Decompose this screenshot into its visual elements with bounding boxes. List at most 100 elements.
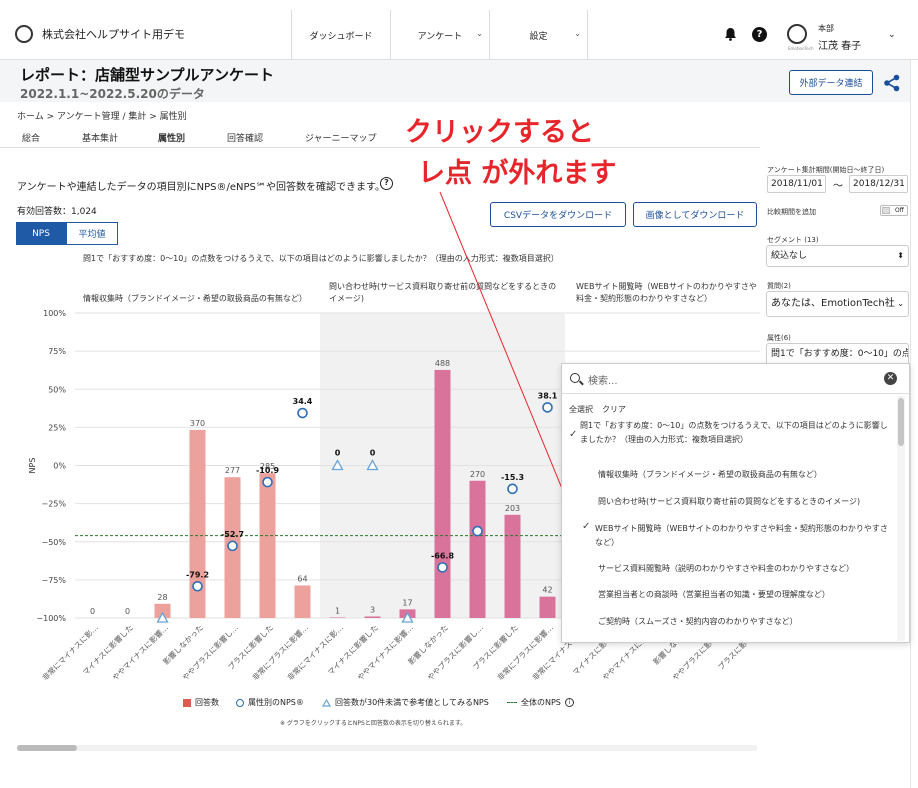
question-select[interactable]: あなたは、EmotionTech社 ⌄ bbox=[766, 291, 909, 317]
date-separator: 〜 bbox=[833, 181, 843, 192]
scroll-thumb[interactable] bbox=[17, 745, 77, 751]
response-count: 有効回答数：1,024 bbox=[17, 207, 97, 217]
nps-marker bbox=[437, 562, 448, 573]
chevron-down-icon: ⌄ bbox=[897, 299, 904, 308]
clear-icon[interactable]: ✕ bbox=[884, 372, 897, 385]
attribute-select[interactable]: 問1で「おすすめ度：0〜10」の点 bbox=[766, 343, 909, 365]
compare-toggle[interactable]: Off bbox=[880, 205, 908, 216]
y-tick-label: 100% bbox=[43, 309, 66, 318]
bar bbox=[294, 585, 311, 618]
nps-value-label: -79.2 bbox=[186, 570, 209, 579]
select-all-link[interactable]: 全選択 bbox=[569, 404, 593, 415]
segment-select[interactable]: 絞込なし ⬍ bbox=[766, 245, 909, 267]
help-icon[interactable]: ? bbox=[752, 27, 767, 42]
y-axis-label: NPS bbox=[28, 458, 37, 474]
circle-icon bbox=[236, 698, 244, 707]
segment-label: セグメント (13) bbox=[767, 236, 819, 244]
nps-value-label: -66.8 bbox=[431, 551, 454, 560]
nps-value-label: -15.3 bbox=[501, 473, 524, 482]
legend-reference[interactable]: 回答数が30件未満で参考値としてみるNPS bbox=[322, 697, 489, 708]
dropdown-item[interactable]: 営業担当者との商談時（営業担当者の知識・要望の理解度など） bbox=[598, 588, 895, 602]
question-title: 問1で「おすすめ度：0〜10」の点数をつけるうえで、以下の項目はどのように影響し… bbox=[83, 254, 559, 263]
tab-journey[interactable]: ジャーニーマップ bbox=[305, 131, 377, 144]
y-tick-label: −50% bbox=[42, 538, 67, 547]
toggle-knob bbox=[882, 207, 890, 214]
user-name[interactable]: 江茂 春子 bbox=[818, 37, 861, 52]
bar-count-label: 277 bbox=[225, 466, 240, 475]
breadcrumb[interactable]: ホーム > アンケート管理 / 集計 > 属性別 bbox=[17, 109, 187, 122]
page-title: レポート：店舗型サンプルアンケート bbox=[20, 66, 274, 84]
dropdown-item[interactable]: サービス資料閲覧時（説明のわかりやすさや料金のわかりやすさなど） bbox=[598, 562, 895, 576]
nav-survey[interactable]: アンケート ⌄ bbox=[390, 10, 489, 60]
toggle-average[interactable]: 平均値 bbox=[66, 222, 118, 245]
scroll-thumb[interactable] bbox=[898, 398, 904, 446]
check-icon: ✓ bbox=[582, 521, 591, 532]
y-tick-label: 0% bbox=[53, 462, 66, 471]
nps-marker bbox=[192, 580, 203, 592]
y-tick-label: 75% bbox=[48, 347, 66, 356]
dropdown-item[interactable]: 問い合わせ時(サービス資料取り寄せ前の質問などをするときのイメージ) bbox=[598, 495, 895, 509]
bar bbox=[329, 617, 346, 618]
bar-count-label: 28 bbox=[157, 593, 167, 602]
toggle-nps[interactable]: NPS bbox=[16, 222, 66, 245]
check-icon: ✓ bbox=[569, 429, 578, 440]
dash-icon bbox=[507, 702, 517, 703]
bar bbox=[469, 480, 486, 618]
callout-line2: レ点 が外れます bbox=[418, 158, 617, 189]
start-date-input[interactable]: 2018/11/01 bbox=[767, 175, 826, 193]
bar bbox=[504, 514, 521, 618]
description: アンケートや連結したデータの項目別にNPS®/eNPS℠や回答数を確認できます。 bbox=[17, 182, 386, 193]
dropdown-item[interactable]: 問1で「おすすめ度：0〜10」の点数をつけるうえで、以下の項目はどのように影響し… bbox=[580, 419, 895, 447]
image-download-button[interactable]: 画像としてダウンロード bbox=[633, 202, 757, 227]
end-date-input[interactable]: 2018/12/31 bbox=[849, 175, 908, 193]
compare-label: 比較期間を追加 bbox=[767, 208, 816, 216]
bar-count-label: 42 bbox=[542, 586, 552, 595]
period-label: アンケート集計期間(開始日〜終了日) bbox=[767, 166, 885, 174]
help-icon[interactable]: ? bbox=[380, 177, 393, 190]
search-input[interactable]: 検索... bbox=[588, 372, 618, 387]
nps-value-label: 0 bbox=[370, 449, 376, 458]
chevron-down-icon: ⌄ bbox=[476, 29, 483, 38]
tab-attribute[interactable]: 属性別 bbox=[158, 131, 185, 144]
nav-settings[interactable]: 設定 ⌄ bbox=[489, 10, 588, 60]
legend-total[interactable]: 全体のNPS i bbox=[507, 697, 574, 708]
tab-responses[interactable]: 回答確認 bbox=[227, 131, 263, 144]
dropdown-item[interactable]: WEBサイト閲覧時（WEBサイトのわかりやすさや料金・契約形態のわかりやすさなど… bbox=[595, 522, 895, 550]
bar-count-label: 64 bbox=[297, 574, 307, 583]
y-tick-label: 25% bbox=[48, 423, 66, 432]
bell-icon[interactable] bbox=[724, 27, 737, 41]
external-data-button[interactable]: 外部データ連結 bbox=[789, 70, 873, 95]
company-logo-icon bbox=[15, 25, 33, 43]
nps-marker bbox=[297, 407, 308, 419]
tab-overview[interactable]: 総合 bbox=[22, 131, 40, 144]
legend-nps[interactable]: 属性別のNPS® bbox=[236, 697, 304, 708]
dropdown-item[interactable]: 情報収集時（ブランドイメージ・希望の取扱商品の有無など） bbox=[598, 468, 895, 482]
clear-link[interactable]: クリア bbox=[602, 404, 626, 415]
bar-count-label: 1 bbox=[335, 606, 340, 615]
nps-marker bbox=[472, 525, 483, 537]
bar-count-label: 0 bbox=[125, 607, 130, 616]
dropdown-item[interactable]: ご契約時（スムーズさ・契約内容のわかりやすさなど） bbox=[598, 615, 895, 629]
share-icon[interactable] bbox=[883, 74, 901, 92]
tab-basic[interactable]: 基本集計 bbox=[82, 131, 118, 144]
chevron-down-icon: ⌄ bbox=[574, 29, 581, 38]
avatar[interactable] bbox=[787, 24, 807, 44]
bar-count-label: 270 bbox=[470, 470, 485, 479]
y-tick-label: −100% bbox=[36, 614, 66, 623]
vertical-scrollbar[interactable] bbox=[897, 396, 905, 641]
dropdown-search[interactable]: 検索... ✕ bbox=[562, 364, 909, 394]
bar-count-label: 370 bbox=[190, 419, 205, 428]
info-icon[interactable]: i bbox=[564, 698, 574, 707]
nps-marker bbox=[542, 402, 553, 413]
square-icon bbox=[183, 698, 191, 707]
chevron-down-icon[interactable]: ⌄ bbox=[888, 30, 896, 40]
chevron-updown-icon: ⬍ bbox=[897, 251, 904, 260]
nps-value-label: 34.4 bbox=[293, 397, 313, 406]
legend-count[interactable]: 回答数 bbox=[183, 697, 219, 708]
nps-marker bbox=[227, 540, 238, 552]
csv-download-button[interactable]: CSVデータをダウンロード bbox=[490, 202, 626, 227]
horizontal-scrollbar[interactable] bbox=[17, 745, 757, 751]
attribute-dropdown[interactable]: 検索... ✕ 全選択 クリア ✓ 問1で「おすすめ度：0〜10」の点数をつける… bbox=[561, 363, 910, 643]
company-name: 株式会社ヘルプサイト用デモ bbox=[42, 28, 185, 41]
nav-dashboard[interactable]: ダッシュボード bbox=[291, 10, 390, 60]
